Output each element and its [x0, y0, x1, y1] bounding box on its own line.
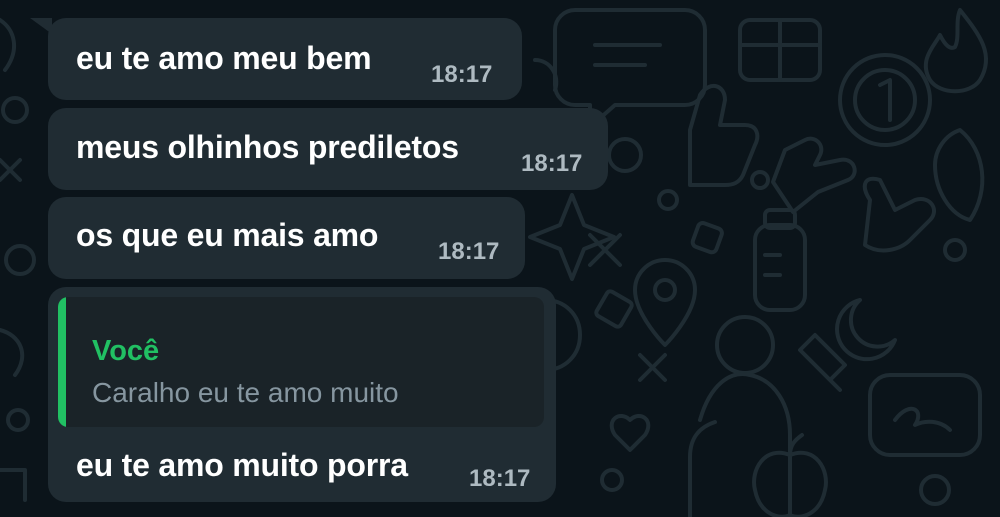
- quote-author: Você: [92, 335, 160, 367]
- bubble-tail: [30, 18, 52, 34]
- message-timestamp: 18:17: [469, 465, 531, 492]
- message-timestamp: 18:17: [521, 150, 583, 177]
- message-bubble[interactable]: meus olhinhos prediletos 18:17: [48, 108, 608, 190]
- quoted-message[interactable]: Você Caralho eu te amo muito: [58, 297, 544, 427]
- quote-text: Caralho eu te amo muito: [92, 377, 399, 408]
- reply-message-bubble[interactable]: Você Caralho eu te amo muito eu te amo m…: [48, 287, 556, 502]
- message-text: os que eu mais amo: [76, 217, 379, 253]
- message-text: eu te amo muito porra: [76, 447, 408, 483]
- message-list: eu te amo meu bem 18:17 meus olhinhos pr…: [0, 0, 1000, 517]
- message-bubble[interactable]: os que eu mais amo 18:17: [48, 197, 525, 279]
- message-text: meus olhinhos prediletos: [76, 129, 459, 165]
- message-text: eu te amo meu bem: [76, 40, 372, 76]
- message-timestamp: 18:17: [431, 61, 493, 88]
- quote-accent-bar: [58, 297, 66, 427]
- message-timestamp: 18:17: [438, 238, 500, 265]
- message-bubble[interactable]: eu te amo meu bem 18:17: [30, 18, 522, 100]
